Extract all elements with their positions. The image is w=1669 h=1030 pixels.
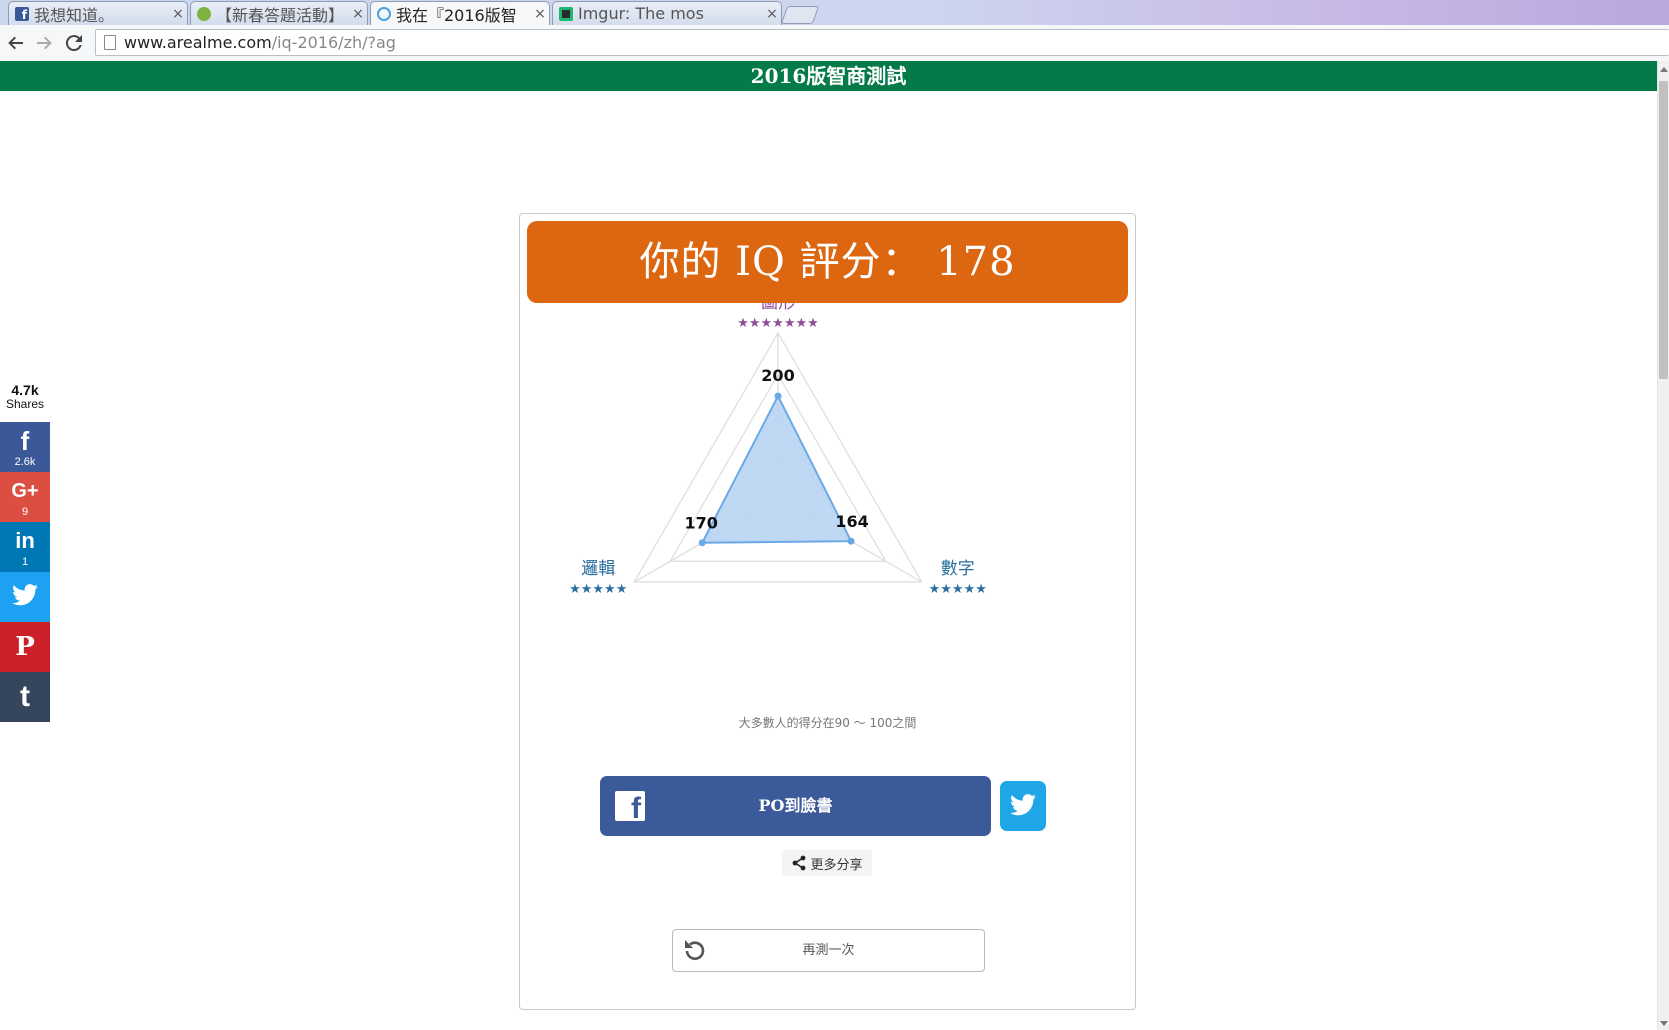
axis-stars-numbers: ★★★★★ (929, 582, 987, 597)
url-host: www.arealme.com (124, 33, 272, 52)
score-note: 大多數人的得分在90 ～ 100之間 (738, 716, 917, 730)
axis-label-numbers: 數字 (941, 559, 975, 579)
site-header: 2016版智商測試 (0, 61, 1657, 91)
tab-close-icon[interactable]: × (531, 6, 549, 22)
address-bar[interactable]: www.arealme.com/iq-2016/zh/?ag (95, 29, 1669, 56)
loading-favicon-icon (377, 6, 391, 21)
imgur-favicon-icon (559, 6, 573, 21)
tab-close-icon[interactable]: × (763, 6, 781, 22)
post-to-facebook-label: PO到臉書 (758, 796, 833, 815)
tab-3[interactable]: Imgur: The mos × (552, 1, 782, 25)
scroll-thumb[interactable] (1659, 81, 1668, 379)
share-total: 4.7k Shares (0, 382, 50, 411)
tweet-button[interactable] (1000, 781, 1046, 831)
radar-point (774, 392, 782, 400)
value-label-numbers: 164 (835, 512, 868, 531)
retry-icon (685, 940, 705, 960)
share-pinterest-button[interactable]: P (0, 622, 50, 672)
post-to-facebook-button[interactable]: f PO到臉書 (600, 776, 991, 836)
share-icon (793, 855, 806, 871)
share-total-label: Shares (5, 397, 45, 411)
page-icon (104, 35, 116, 50)
radar-point (698, 539, 706, 547)
axis-stars-graphics: ★★★★★★★ (737, 316, 819, 331)
radar-chart: 圖形 ★★★★★★★ 數字 ★★★★★ 邏輯 ★★★★★ 200 164 170 (569, 303, 987, 597)
page-scrollbar[interactable] (1657, 61, 1669, 1030)
share-twitter-button[interactable] (0, 572, 50, 622)
share-linkedin-button[interactable]: in 1 (0, 522, 50, 572)
retry-label: 再測一次 (802, 943, 855, 958)
axis-label-logic: 邏輯 (581, 559, 615, 579)
share-count: 1 (21, 556, 29, 568)
scroll-up-arrow-icon[interactable] (1660, 67, 1668, 72)
twitter-icon (0, 572, 50, 612)
retry-test-button[interactable]: 再測一次 (672, 929, 985, 972)
share-google-plus-button[interactable]: G+ 9 (0, 472, 50, 522)
facebook-favicon-icon: f (15, 6, 29, 22)
more-share-label: 更多分享 (810, 857, 863, 873)
tab-close-icon[interactable]: × (349, 6, 367, 22)
tab-strip: f 我想知道。 × 【新春答題活動】 × 我在『2016版智 × Imgur: … (0, 0, 1669, 25)
value-label-graphics: 200 (761, 366, 794, 385)
tab-1[interactable]: 【新春答題活動】 × (190, 1, 368, 25)
reload-icon[interactable] (62, 31, 86, 55)
tab-title: 【新春答題活動】 (216, 5, 345, 25)
radar-score-area (700, 393, 853, 544)
tab-0[interactable]: f 我想知道。 × (8, 1, 188, 25)
page-favicon-icon (197, 6, 211, 21)
value-label-logic: 170 (685, 514, 718, 533)
tab-title: 我在『2016版智 (396, 5, 517, 25)
twitter-icon (1010, 794, 1036, 816)
tumblr-icon: t (20, 680, 30, 713)
forward-arrow-icon[interactable] (32, 31, 56, 55)
share-tumblr-button[interactable]: t (0, 672, 50, 722)
tab-close-icon[interactable]: × (169, 6, 187, 22)
url-path: /iq-2016/zh/?ag (271, 33, 396, 52)
radar-point (847, 537, 855, 545)
linkedin-icon: in (15, 528, 35, 553)
iq-score-banner: 你的 IQ 評分： 178 (527, 221, 1128, 303)
tab-2-active[interactable]: 我在『2016版智 × (370, 1, 550, 25)
tab-title: 我想知道。 (34, 5, 115, 25)
tab-title: Imgur: The mos (578, 4, 704, 23)
browser-toolbar: www.arealme.com/iq-2016/zh/?ag (0, 25, 1669, 62)
more-share-button[interactable]: 更多分享 (782, 850, 872, 876)
pinterest-icon: P (15, 632, 35, 662)
back-arrow-icon[interactable] (4, 31, 28, 55)
share-count: 2.6k (14, 456, 36, 468)
share-total-count: 4.7k (11, 382, 39, 398)
axis-stars-logic: ★★★★★ (569, 582, 627, 597)
scroll-down-arrow-icon[interactable] (1660, 1021, 1668, 1026)
share-count: 9 (21, 506, 29, 518)
facebook-icon: f (20, 426, 30, 456)
share-facebook-button[interactable]: f 2.6k (0, 422, 50, 472)
axis-label-graphics: 圖形 (761, 303, 795, 313)
new-tab-button[interactable] (780, 6, 820, 24)
google-plus-icon: G+ (11, 480, 39, 502)
